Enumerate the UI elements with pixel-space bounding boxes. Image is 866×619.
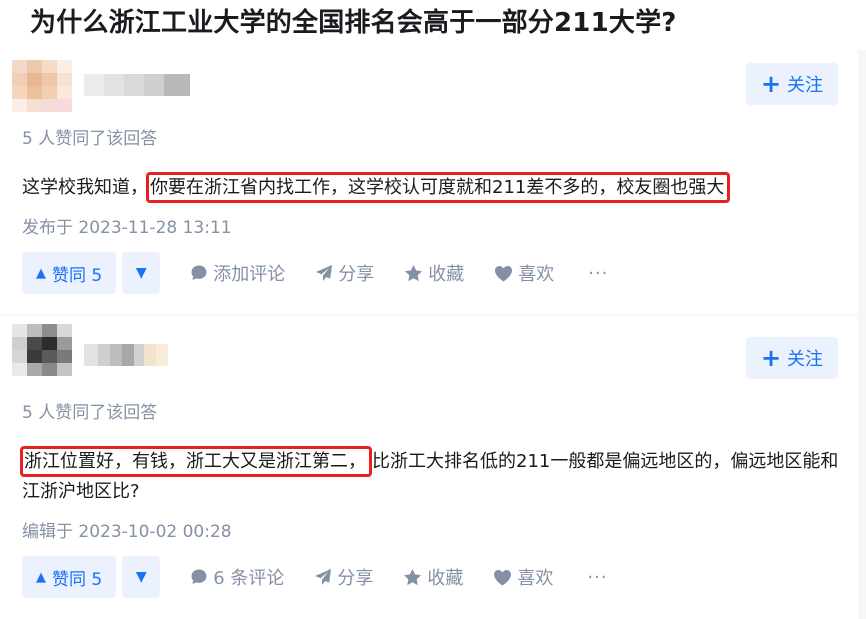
like-label: 喜欢 [517,568,554,589]
more-button[interactable]: ··· [587,567,607,588]
highlighted-text: 浙江位置好，有钱，浙工大又是浙江第二， [20,446,372,477]
like-button[interactable]: 喜欢 [493,564,553,590]
username-redacted[interactable] [84,344,168,366]
triangle-down-icon: ▼ [135,265,147,281]
triangle-up-icon: ▲ [36,569,46,585]
vote-up-button[interactable]: ▲ 赞同 5 [22,252,117,294]
avatar[interactable] [12,324,72,376]
agree-count: 5 人赞同了该回答 [22,129,158,149]
collect-button[interactable]: 收藏 [403,564,463,590]
vote-down-button[interactable]: ▼ [122,556,161,598]
plus-icon: + [760,70,782,98]
follow-label: 关注 [787,75,824,96]
comment-label: 6 条评论 [213,568,285,589]
comment-bubble-icon [191,569,207,584]
triangle-down-icon: ▼ [135,569,147,585]
comment-label: 添加评论 [213,264,286,285]
answer-content: 这学校我知道， 你要在浙江省内找工作，这学校认可度就和211差不多的，校友圈也强大 [22,172,731,203]
share-label: 分享 [337,568,374,589]
content-text: 这学校我知道， [22,177,148,198]
like-label: 喜欢 [518,264,555,285]
question-title[interactable]: 为什么浙江工业大学的全国排名会高于一部分211大学? [30,4,677,42]
publish-date[interactable]: 发布于 2023-11-28 13:11 [22,213,232,238]
answer-card-2: + 关注 5 人赞同了该回答 浙江位置好，有钱，浙工大又是浙江第二， 比浙工大排名… [0,316,858,619]
action-bar: ▲ 赞同 5 ▼ 6 条评论 分享 收藏 喜欢 ··· [22,556,608,598]
highlighted-text: 你要在浙江省内找工作，这学校认可度就和211差不多的，校友圈也强大 [146,172,731,203]
username-redacted[interactable] [84,74,190,96]
paper-plane-icon [315,569,332,585]
edit-date[interactable]: 编辑于 2023-10-02 00:28 [22,517,232,542]
action-bar: ▲ 赞同 5 ▼ 添加评论 分享 收藏 喜欢 ··· [22,252,608,294]
plus-icon: + [760,344,782,372]
answer-content: 浙江位置好，有钱，浙工大又是浙江第二， 比浙工大排名低的211一般都是偏远地区的，… [20,446,842,507]
comment-button[interactable]: 6 条评论 [190,564,284,590]
vote-up-label: 赞同 5 [52,265,103,286]
share-label: 分享 [338,264,375,285]
star-icon [404,569,422,586]
heart-icon [495,265,513,281]
star-icon [405,265,423,282]
paper-plane-icon [316,265,333,281]
comment-button[interactable]: 添加评论 [190,260,285,286]
vote-down-button[interactable]: ▼ [122,252,161,294]
answer-card-1: + 关注 5 人赞同了该回答 这学校我知道， 你要在浙江省内找工作，这学校认可度就… [0,50,858,314]
answer-page: 为什么浙江工业大学的全国排名会高于一部分211大学? + 关注 5 人赞同了该回… [0,0,866,619]
triangle-up-icon: ▲ [36,265,46,281]
like-button[interactable]: 喜欢 [494,260,554,286]
vote-up-button[interactable]: ▲ 赞同 5 [22,556,117,598]
follow-label: 关注 [787,349,824,370]
avatar[interactable] [12,60,72,112]
collect-label: 收藏 [427,568,464,589]
follow-button[interactable]: + 关注 [746,63,838,105]
follow-button[interactable]: + 关注 [746,337,838,379]
share-button[interactable]: 分享 [314,564,373,590]
vote-up-label: 赞同 5 [52,569,103,590]
comment-bubble-icon [191,265,207,280]
collect-button[interactable]: 收藏 [404,260,464,286]
heart-icon [494,569,512,585]
question-header: 为什么浙江工业大学的全国排名会高于一部分211大学? [0,0,866,50]
more-button[interactable]: ··· [588,263,608,284]
share-button[interactable]: 分享 [315,260,374,286]
agree-count: 5 人赞同了该回答 [22,403,158,423]
collect-label: 收藏 [428,264,465,285]
